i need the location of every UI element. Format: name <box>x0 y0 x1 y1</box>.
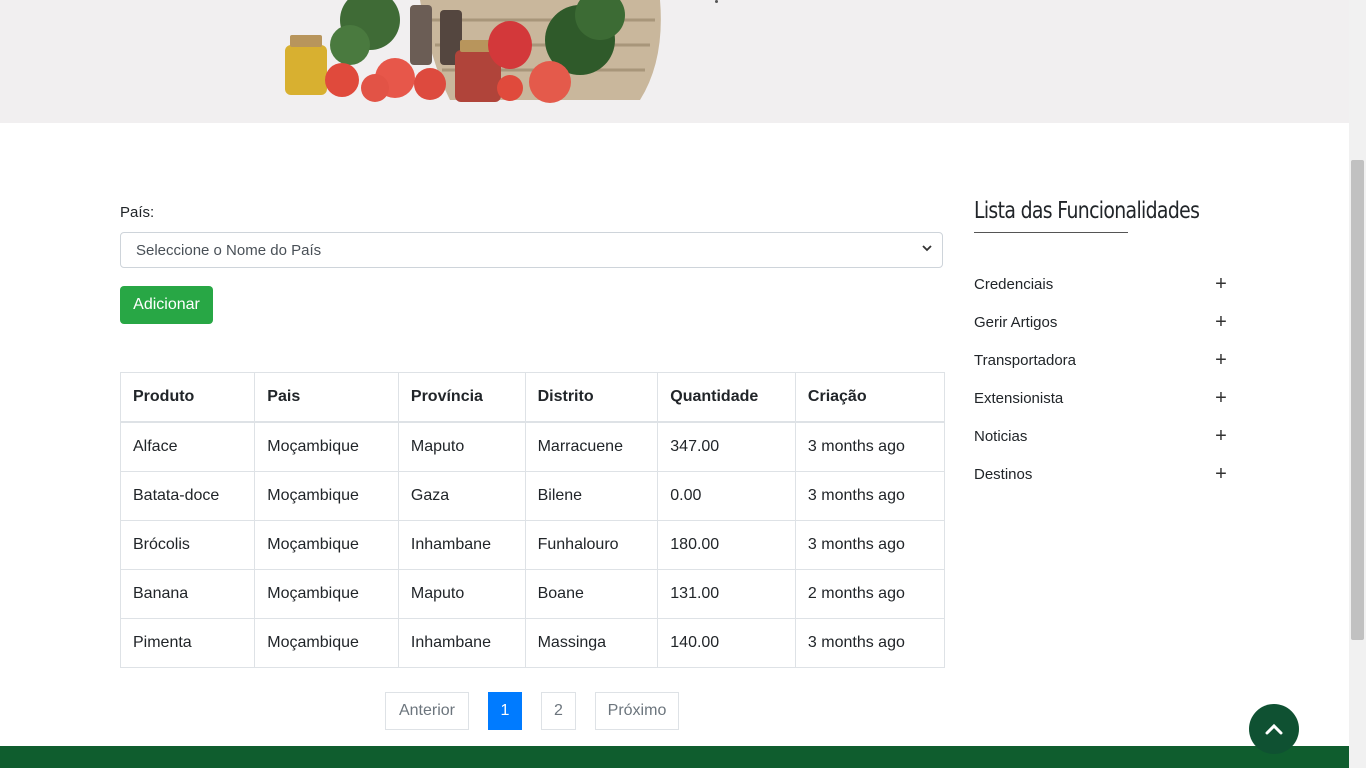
sidebar-item-extensionista[interactable]: Extensionista + <box>974 386 1228 410</box>
cell-produto: Batata-doce <box>119 471 256 521</box>
cell-produto: Alface <box>119 421 256 472</box>
plus-icon[interactable]: + <box>1214 388 1228 408</box>
table-row: Brócolis Moçambique Inhambane Funhalouro… <box>119 520 946 570</box>
chevron-up-icon <box>1265 723 1283 735</box>
sidebar-item-label: Credenciais <box>974 275 1054 293</box>
cell-pais: Moçambique <box>254 471 399 521</box>
cell-provincia: Inhambane <box>397 618 526 668</box>
column-header-pais: Pais <box>254 372 399 423</box>
back-to-top-button[interactable] <box>1249 704 1299 754</box>
sidebar-item-label: Transportadora <box>974 351 1076 369</box>
table-row: Batata-doce Moçambique Gaza Bilene 0.00 … <box>119 471 946 521</box>
cell-produto: Banana <box>119 569 256 619</box>
column-header-provincia: Província <box>397 372 526 423</box>
table-row: Banana Moçambique Maputo Boane 131.00 2 … <box>119 569 946 619</box>
plus-icon[interactable]: + <box>1214 274 1228 294</box>
pagination-previous[interactable]: Anterior <box>385 692 469 730</box>
plus-icon[interactable]: + <box>1214 350 1228 370</box>
pagination-next[interactable]: Próximo <box>595 692 679 730</box>
column-header-criacao: Criação <box>794 372 946 423</box>
cell-pais: Moçambique <box>254 421 399 472</box>
sidebar-item-label: Destinos <box>974 465 1033 483</box>
cell-pais: Moçambique <box>254 520 399 570</box>
cell-criacao: 3 months ago <box>794 618 946 668</box>
cell-pais: Moçambique <box>254 618 399 668</box>
products-table: Produto Pais Província Distrito Quantida… <box>119 372 946 668</box>
cell-quantidade: 140.00 <box>657 618 796 668</box>
cell-provincia: Maputo <box>397 421 526 472</box>
plus-icon[interactable]: + <box>1214 312 1228 332</box>
table-header-row: Produto Pais Província Distrito Quantida… <box>119 372 946 423</box>
sidebar-item-destinos[interactable]: Destinos + <box>974 462 1228 486</box>
cell-distrito: Funhalouro <box>524 520 659 570</box>
table-row: Alface Moçambique Maputo Marracuene 347.… <box>119 421 946 472</box>
hero-banner <box>0 0 1349 123</box>
cell-provincia: Inhambane <box>397 520 526 570</box>
cell-provincia: Gaza <box>397 471 526 521</box>
cell-produto: Pimenta <box>119 618 256 668</box>
cell-quantidade: 131.00 <box>657 569 796 619</box>
cell-distrito: Marracuene <box>524 421 659 472</box>
hero-dot <box>715 0 718 3</box>
column-header-distrito: Distrito <box>524 372 659 423</box>
cell-pais: Moçambique <box>254 569 399 619</box>
vegetable-basket-image <box>285 0 661 103</box>
column-header-quantidade: Quantidade <box>657 372 796 423</box>
cell-criacao: 3 months ago <box>794 421 946 472</box>
sidebar-title: Lista das Funcionalidades <box>974 198 1200 224</box>
cell-quantidade: 180.00 <box>657 520 796 570</box>
sidebar-item-noticias[interactable]: Noticias + <box>974 424 1228 448</box>
pagination-page-2[interactable]: 2 <box>541 692 576 730</box>
sidebar-item-label: Noticias <box>974 427 1028 445</box>
sidebar-title-divider <box>974 232 1128 233</box>
pagination-page-1[interactable]: 1 <box>488 692 522 730</box>
table-row: Pimenta Moçambique Inhambane Massinga 14… <box>119 618 946 668</box>
cell-distrito: Massinga <box>524 618 659 668</box>
cell-produto: Brócolis <box>119 520 256 570</box>
cell-criacao: 3 months ago <box>794 471 946 521</box>
plus-icon[interactable]: + <box>1214 464 1228 484</box>
cell-distrito: Bilene <box>524 471 659 521</box>
cell-provincia: Maputo <box>397 569 526 619</box>
sidebar-item-gerir-artigos[interactable]: Gerir Artigos + <box>974 310 1228 334</box>
sidebar-item-transportadora[interactable]: Transportadora + <box>974 348 1228 372</box>
cell-quantidade: 347.00 <box>657 421 796 472</box>
cell-criacao: 3 months ago <box>794 520 946 570</box>
chevron-down-icon <box>922 245 932 252</box>
sidebar-item-credenciais[interactable]: Credenciais + <box>974 272 1228 296</box>
add-button[interactable]: Adicionar <box>120 286 213 324</box>
cell-quantidade: 0.00 <box>657 471 796 521</box>
country-select[interactable]: Seleccione o Nome do País <box>120 232 943 268</box>
sidebar-item-label: Extensionista <box>974 389 1064 407</box>
sidebar-item-label: Gerir Artigos <box>974 313 1058 331</box>
plus-icon[interactable]: + <box>1214 426 1228 446</box>
cell-distrito: Boane <box>524 569 659 619</box>
column-header-produto: Produto <box>119 372 256 423</box>
footer-bar <box>0 746 1349 768</box>
cell-criacao: 2 months ago <box>794 569 946 619</box>
country-label: País: <box>120 204 155 221</box>
country-select-value: Seleccione o Nome do País <box>136 241 322 259</box>
scrollbar-thumb[interactable] <box>1351 160 1364 640</box>
